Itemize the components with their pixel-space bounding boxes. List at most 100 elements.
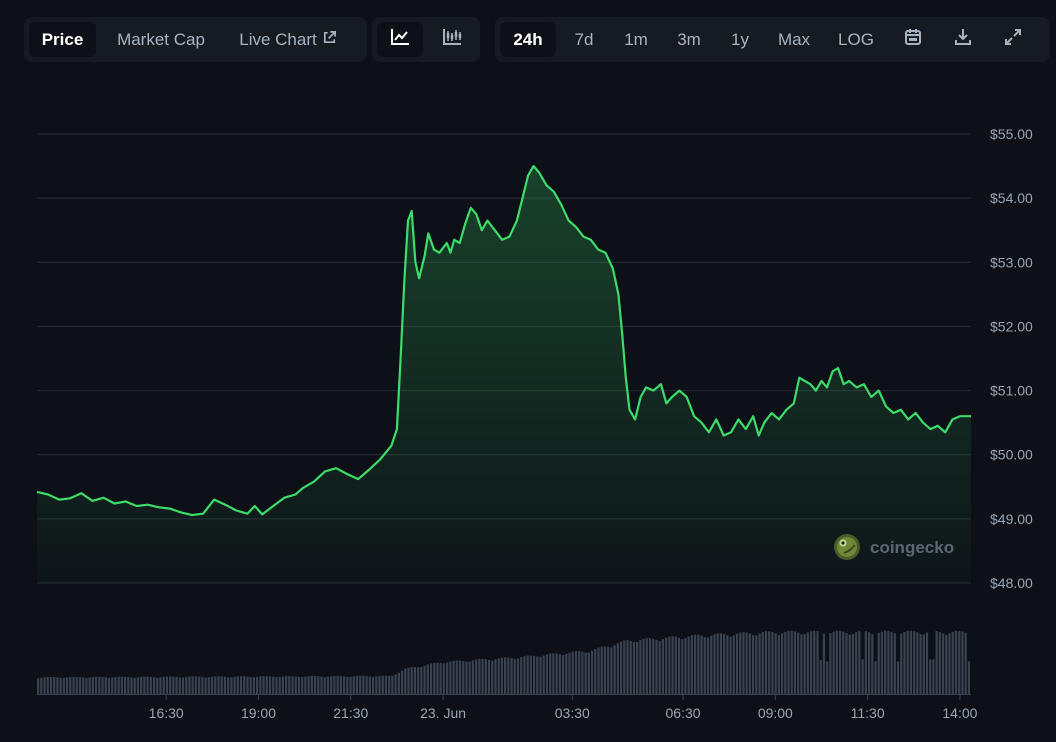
x-tick-label: 14:00 [942,705,977,721]
volume-bar [65,677,69,694]
x-tick-label: 19:00 [241,705,276,721]
volume-bar [465,661,468,694]
price-chart[interactable]: $55.00 $54.00 $53.00 $52.00 $51.00 $50.00 $49.… [0,0,1056,742]
volume-bar [739,632,742,694]
volume-bar [342,676,346,694]
volume-bar [75,676,78,694]
volume-bar [294,676,297,694]
volume-bar [429,663,433,694]
volume-bar [610,647,613,694]
volume-bar [352,676,355,694]
volume-bar [806,632,809,694]
volume-bar [504,657,507,694]
volume-bar [532,655,536,694]
volume-bar [906,631,909,694]
volume-bar [967,661,970,694]
volume-bar [687,636,690,694]
volume-bar [668,636,671,694]
volume-bar [375,676,378,694]
volume-bar [297,676,301,694]
volume-bar [394,674,397,694]
volume-bar [265,676,268,694]
volume-bar [452,660,455,694]
volume-bar [561,654,565,694]
y-tick-label: $55.00 [990,126,1033,142]
volume-bar [217,676,220,694]
volume-bar [494,659,497,694]
volume-bar [603,646,607,694]
volume-bar [336,675,339,694]
volume-bar [748,633,751,694]
volume-bar [181,677,185,694]
y-tick-label: $50.00 [990,447,1033,463]
volume-bar [584,652,587,694]
volume-bar [262,676,265,694]
volume-bar [497,658,500,694]
volume-bar [198,676,201,694]
volume-bar [639,640,642,694]
volume-bar [371,676,375,694]
volume-bar [684,638,687,694]
volume-bar [288,676,291,694]
volume-bar [85,677,88,694]
volume-bar [72,676,75,694]
volume-bar [719,633,723,694]
volume-bar [185,676,188,694]
volume-bar [800,634,803,694]
volume-bar [552,653,555,694]
x-tick-label: 03:30 [555,705,590,721]
volume-bar [893,633,896,694]
volume-bar [549,653,552,694]
volume-bar [359,675,362,694]
volume-bar [455,660,458,694]
volume-bar [426,664,429,694]
volume-bar [169,676,172,694]
volume-bar [317,676,320,694]
volume-bar [768,631,771,694]
volume-bar [671,636,674,694]
volume-bar [813,630,816,694]
volume-bar [82,677,85,694]
volume-bar [742,632,745,694]
volume-bar [449,661,452,694]
volume-bar [751,635,755,694]
volume-bar [574,651,578,694]
volume-bar [278,676,281,694]
volume-bar [655,639,658,694]
volume-bar [143,676,146,694]
volume-bar [896,661,900,694]
volume-bar [652,638,655,694]
volume-bar [471,660,475,694]
volume-bar [114,677,117,694]
volume-bar [104,677,107,694]
volume-bar [732,635,735,694]
volume-bar [581,651,584,694]
volume-bar [362,675,365,694]
volume-bar [378,675,381,694]
volume-bar [349,676,352,694]
x-tick-label: 09:00 [758,705,793,721]
volume-bar [62,677,65,694]
volume-bar [458,660,462,694]
volume-bar [929,659,932,694]
volume-bar [642,638,645,694]
volume-bar [478,659,481,694]
volume-bar [384,675,388,694]
volume-bar [665,637,668,694]
volume-bar [884,630,887,694]
volume-bar [468,661,471,694]
volume-bar [600,646,603,694]
volume-bar [964,632,967,694]
volume-bar [475,659,478,694]
watermark-text: coingecko [870,538,954,557]
volume-bar [133,677,136,694]
volume-bar [887,630,890,694]
y-tick-label: $48.00 [990,575,1033,591]
volume-bar [710,635,713,694]
volume-bar [619,641,623,694]
volume-bar [175,676,178,694]
volume-bar [726,635,729,694]
volume-bar [291,676,294,694]
volume-bar [616,643,619,694]
volume-bar [784,631,787,694]
